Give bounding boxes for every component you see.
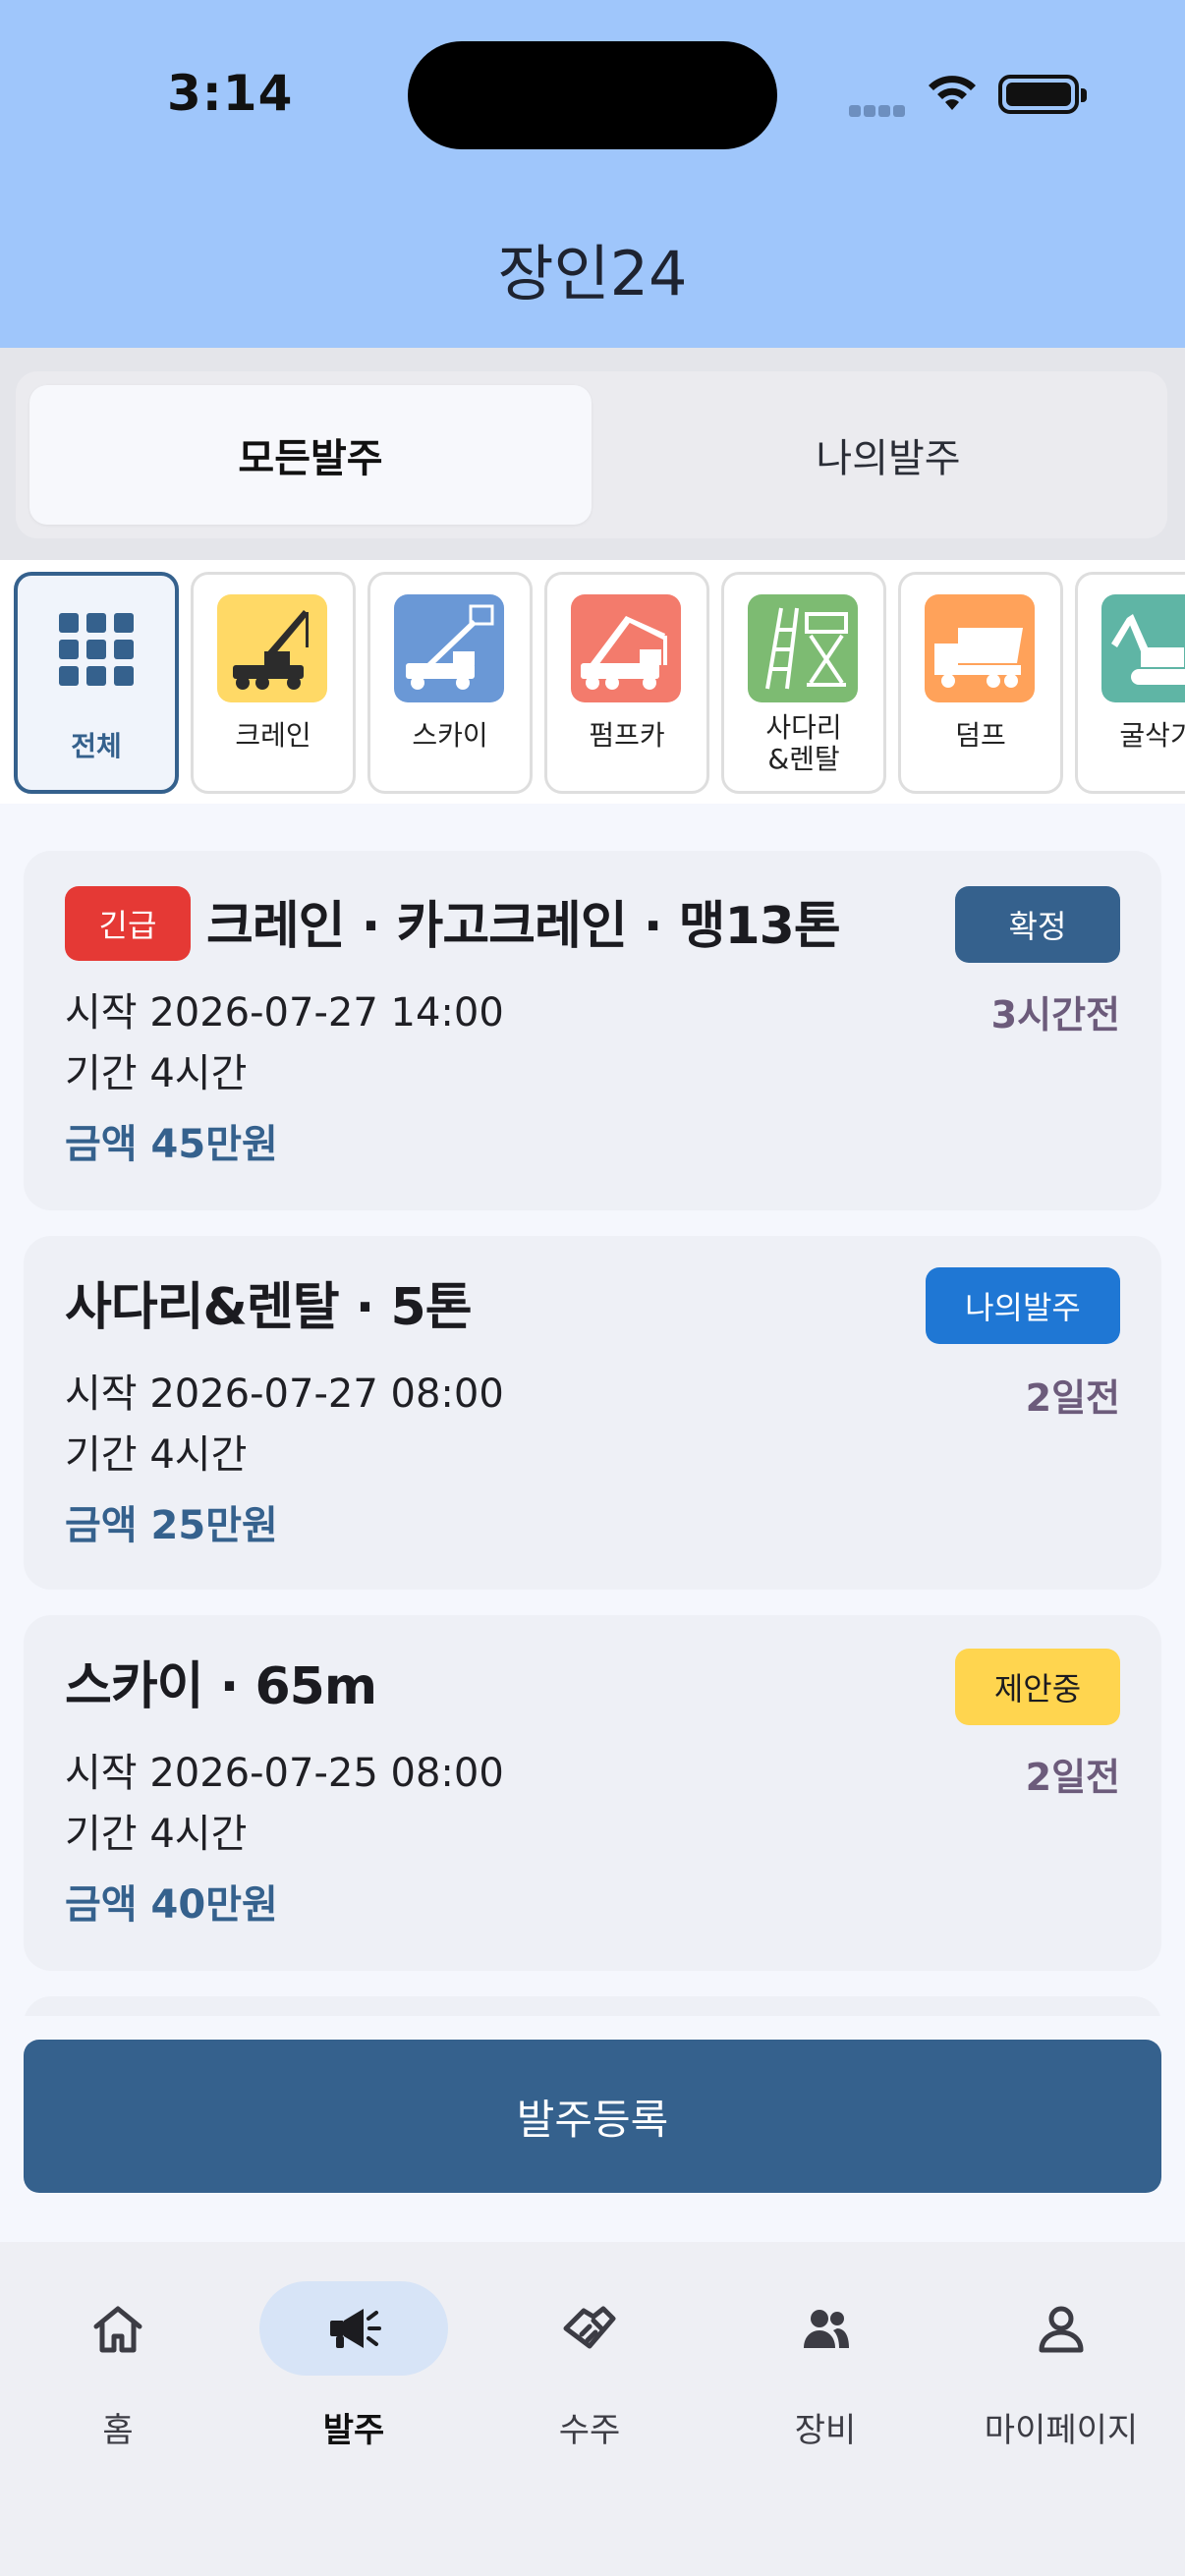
- page-title: 장인24: [497, 238, 688, 309]
- status-badge: 확정: [955, 886, 1120, 963]
- order-start: 시작 2026-07-27 14:00: [65, 990, 504, 1036]
- home-icon: [93, 2306, 142, 2353]
- tab-label: 마이페이지: [984, 2411, 1139, 2450]
- order-duration: 기간 4시간: [65, 1432, 248, 1478]
- megaphone-icon: [330, 2309, 381, 2348]
- order-duration: 기간 4시간: [65, 1051, 248, 1096]
- grid-icon: [59, 613, 134, 686]
- ladder-icon: [748, 594, 858, 702]
- tab-label: 장비: [794, 2411, 857, 2450]
- category-label: 전체: [71, 730, 122, 762]
- order-card[interactable]: 스카이 · 65m 제안중 2일전 시작 2026-07-25 08:00 기간…: [24, 1615, 1161, 1971]
- handshake-icon: [563, 2306, 616, 2349]
- order-title: 스카이 · 65m: [65, 1657, 377, 1716]
- order-duration: 기간 4시간: [65, 1812, 248, 1857]
- category-label: 덤프: [955, 719, 1006, 752]
- sky-lift-icon: [394, 594, 504, 702]
- app-header: 3:14 장인24: [0, 0, 1185, 348]
- crane-icon: [217, 594, 327, 702]
- excavator-icon: [1101, 594, 1185, 702]
- order-time-ago: 2일전: [1025, 1376, 1120, 1420]
- order-card-partial[interactable]: [24, 1996, 1161, 2016]
- category-crane[interactable]: 크레인: [191, 572, 356, 794]
- order-amount: 금액 25만원: [65, 1503, 278, 1548]
- order-list: 긴급 크레인 · 카고크레인 · 맹13톤 확정 3시간전 시작 2026-07…: [0, 804, 1185, 2016]
- group-icon: [804, 2310, 849, 2348]
- category-ladder-rental[interactable]: 사다리 &렌탈: [721, 572, 886, 794]
- tab-all-orders[interactable]: 모든발주: [29, 385, 592, 525]
- order-filter-segment: 모든발주 나의발주: [0, 348, 1185, 560]
- category-label: 굴삭기: [1119, 719, 1185, 752]
- order-card[interactable]: 사다리&렌탈 · 5톤 나의발주 2일전 시작 2026-07-27 08:00…: [24, 1236, 1161, 1590]
- tab-label: 홈: [102, 2411, 134, 2450]
- urgent-badge: 긴급: [65, 886, 191, 961]
- bottom-tab-bar: 홈 발주 수주 장비 마이페이지: [0, 2242, 1185, 2576]
- tab-equipment[interactable]: 장비: [707, 2281, 943, 2450]
- order-title: 사다리&렌탈 · 5톤: [65, 1278, 473, 1337]
- tab-label: 발주: [322, 2411, 385, 2450]
- status-badge: 제안중: [955, 1649, 1120, 1725]
- segmented-control: 모든발주 나의발주: [16, 371, 1167, 538]
- pump-truck-icon: [571, 594, 681, 702]
- category-label: 펌프카: [589, 719, 665, 752]
- dump-truck-icon: [925, 594, 1035, 702]
- category-all[interactable]: 전체: [14, 572, 179, 794]
- tab-label: 수주: [558, 2411, 621, 2450]
- tab-contracts[interactable]: 수주: [472, 2281, 707, 2450]
- category-sky[interactable]: 스카이: [367, 572, 533, 794]
- category-label: 스카이: [412, 719, 488, 752]
- category-label: 사다리 &렌탈: [765, 711, 842, 775]
- order-start: 시작 2026-07-25 08:00: [65, 1751, 504, 1796]
- order-amount: 금액 45만원: [65, 1122, 278, 1167]
- tab-my-orders[interactable]: 나의발주: [607, 385, 1169, 525]
- status-time: 3:14: [167, 65, 294, 122]
- wifi-icon: [929, 76, 976, 110]
- category-pump-truck[interactable]: 펌프카: [544, 572, 709, 794]
- category-excavator[interactable]: 굴삭기: [1075, 572, 1185, 794]
- category-dump[interactable]: 덤프: [898, 572, 1063, 794]
- tab-mypage[interactable]: 마이페이지: [943, 2281, 1179, 2450]
- person-icon: [1039, 2306, 1084, 2353]
- status-badge: 나의발주: [926, 1267, 1120, 1344]
- signal-icon: [849, 102, 908, 117]
- dynamic-island: [408, 41, 777, 149]
- battery-icon: [998, 75, 1087, 114]
- tab-home[interactable]: 홈: [0, 2281, 236, 2450]
- order-start: 시작 2026-07-27 08:00: [65, 1372, 504, 1417]
- tab-orders[interactable]: 발주: [236, 2281, 472, 2450]
- order-time-ago: 2일전: [1025, 1756, 1120, 1799]
- order-amount: 금액 40만원: [65, 1882, 278, 1928]
- category-strip: 전체 크레인 스카이 펌프카 사다리 &렌탈 덤프 굴삭기: [0, 560, 1185, 804]
- order-title: 크레인 · 카고크레인 · 맹13톤: [206, 897, 841, 956]
- order-card[interactable]: 긴급 크레인 · 카고크레인 · 맹13톤 확정 3시간전 시작 2026-07…: [24, 851, 1161, 1210]
- order-time-ago: 3시간전: [990, 993, 1120, 1036]
- register-order-button[interactable]: 발주등록: [24, 2040, 1161, 2193]
- category-label: 크레인: [235, 719, 311, 752]
